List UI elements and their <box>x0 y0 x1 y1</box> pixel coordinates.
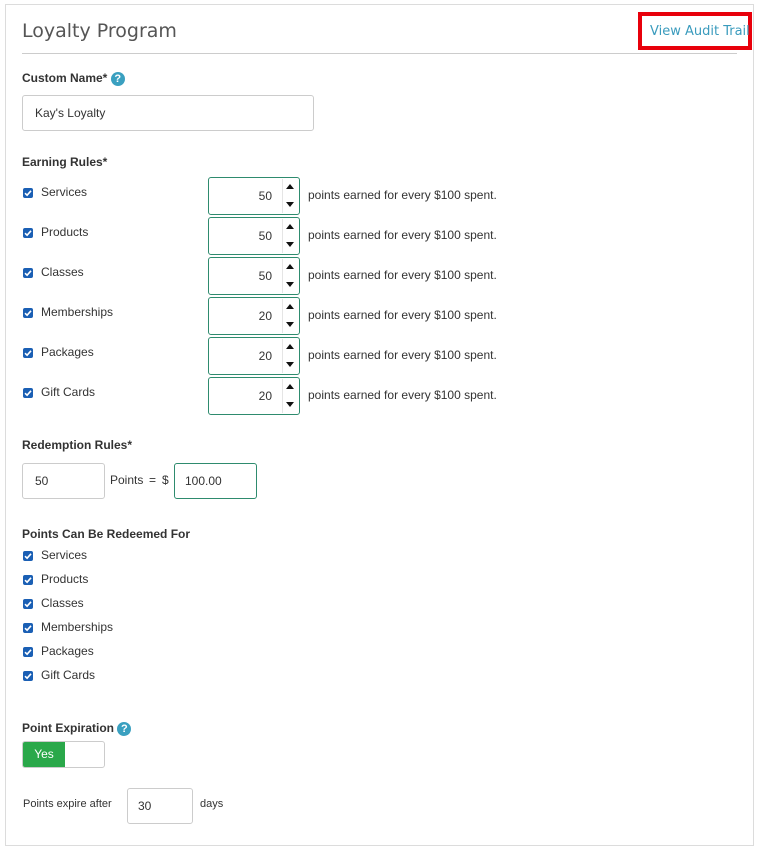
earning-points-stepper[interactable]: 20 <box>208 337 300 375</box>
redeem-category-label: Services <box>41 548 88 562</box>
triangle-down-icon[interactable] <box>286 362 294 367</box>
triangle-up-icon[interactable] <box>286 264 294 269</box>
redeem-checkbox[interactable] <box>23 575 33 585</box>
checkmark-icon <box>24 552 32 560</box>
checkmark-icon <box>24 576 32 584</box>
stepper-buttons <box>282 339 298 373</box>
earning-checkbox[interactable] <box>23 228 33 238</box>
earning-points-value: 20 <box>258 309 272 323</box>
stepper-buttons <box>282 179 298 213</box>
page-title: Loyalty Program <box>22 20 177 42</box>
stepper-buttons <box>282 299 298 333</box>
redeem-category-label: Products <box>41 572 89 586</box>
point-expiration-label: Point Expiration ? <box>22 721 132 736</box>
earning-checkbox[interactable] <box>23 188 33 198</box>
custom-name-input[interactable] <box>22 95 314 131</box>
earning-points-stepper[interactable]: 50 <box>208 257 300 295</box>
earning-checkbox[interactable] <box>23 308 33 318</box>
redeem-for-label: Points Can Be Redeemed For <box>22 527 191 541</box>
earning-points-stepper[interactable]: 20 <box>208 297 300 335</box>
earning-category-label: Products <box>41 225 89 239</box>
triangle-up-icon[interactable] <box>286 344 294 349</box>
earning-points-value: 50 <box>258 229 272 243</box>
earning-category-label: Gift Cards <box>41 385 96 399</box>
triangle-up-icon[interactable] <box>286 184 294 189</box>
stepper-buttons <box>282 379 298 413</box>
stepper-buttons <box>282 259 298 293</box>
redeem-checkbox[interactable] <box>23 623 33 633</box>
earning-rules-label: Earning Rules* <box>22 155 108 169</box>
earning-checkbox[interactable] <box>23 268 33 278</box>
help-icon[interactable]: ? <box>110 71 125 86</box>
redeem-checkbox[interactable] <box>23 671 33 681</box>
triangle-down-icon[interactable] <box>286 202 294 207</box>
stepper-buttons <box>282 219 298 253</box>
triangle-down-icon[interactable] <box>286 282 294 287</box>
earning-rate-text: points earned for every $100 spent. <box>308 388 497 402</box>
checkmark-icon <box>24 349 32 357</box>
points-label: Points <box>110 473 144 487</box>
earning-category-label: Memberships <box>41 305 114 319</box>
earning-points-value: 50 <box>258 269 272 283</box>
earning-rate-text: points earned for every $100 spent. <box>308 308 497 322</box>
redeem-category-label: Classes <box>41 596 84 610</box>
checkmark-icon <box>24 672 32 680</box>
redemption-points-input[interactable] <box>22 463 105 499</box>
checkmark-icon <box>24 229 32 237</box>
checkmark-icon <box>24 389 32 397</box>
equals-sign: = <box>149 473 157 487</box>
earning-category-label: Packages <box>41 345 94 359</box>
earning-points-value: 50 <box>258 189 272 203</box>
earning-points-stepper[interactable]: 20 <box>208 377 300 415</box>
redeem-category-label: Gift Cards <box>41 668 96 682</box>
view-audit-trail-link[interactable]: View Audit Trail <box>650 24 750 39</box>
triangle-down-icon[interactable] <box>286 322 294 327</box>
expire-days-input[interactable] <box>127 788 193 824</box>
point-expiration-label-text: Point Expiration <box>22 721 115 735</box>
triangle-up-icon[interactable] <box>286 384 294 389</box>
earning-category-label: Classes <box>41 265 84 279</box>
checkmark-icon <box>24 600 32 608</box>
earning-category-label: Services <box>41 185 88 199</box>
earning-rate-text: points earned for every $100 spent. <box>308 188 497 202</box>
redeem-checkbox[interactable] <box>23 599 33 609</box>
checkmark-icon <box>24 624 32 632</box>
earning-points-value: 20 <box>258 389 272 403</box>
triangle-up-icon[interactable] <box>286 224 294 229</box>
redeem-checkbox[interactable] <box>23 551 33 561</box>
currency-symbol: $ <box>162 473 169 487</box>
point-expiration-toggle[interactable]: Yes <box>22 741 105 768</box>
earning-points-stepper[interactable]: 50 <box>208 217 300 255</box>
redemption-rules-label: Redemption Rules* <box>22 438 133 452</box>
redeem-checkbox[interactable] <box>23 647 33 657</box>
triangle-down-icon[interactable] <box>286 242 294 247</box>
triangle-down-icon[interactable] <box>286 402 294 407</box>
checkmark-icon <box>24 309 32 317</box>
toggle-yes-label: Yes <box>23 742 65 767</box>
earning-points-stepper[interactable]: 50 <box>208 177 300 215</box>
days-suffix-text: days <box>200 798 224 810</box>
earning-points-value: 20 <box>258 349 272 363</box>
redeem-category-label: Memberships <box>41 620 114 634</box>
triangle-up-icon[interactable] <box>286 304 294 309</box>
earning-rate-text: points earned for every $100 spent. <box>308 348 497 362</box>
checkmark-icon <box>24 269 32 277</box>
checkmark-icon <box>24 648 32 656</box>
expire-prefix-text: Points expire after <box>23 798 112 810</box>
help-icon[interactable]: ? <box>117 721 132 736</box>
redemption-amount-input[interactable] <box>174 463 257 499</box>
title-divider <box>22 53 737 54</box>
earning-rate-text: points earned for every $100 spent. <box>308 268 497 282</box>
earning-checkbox[interactable] <box>23 388 33 398</box>
checkmark-icon <box>24 189 32 197</box>
custom-name-label-text: Custom Name* <box>22 71 108 85</box>
custom-name-label: Custom Name* ? <box>22 71 125 86</box>
earning-checkbox[interactable] <box>23 348 33 358</box>
earning-rate-text: points earned for every $100 spent. <box>308 228 497 242</box>
redeem-category-label: Packages <box>41 644 94 658</box>
